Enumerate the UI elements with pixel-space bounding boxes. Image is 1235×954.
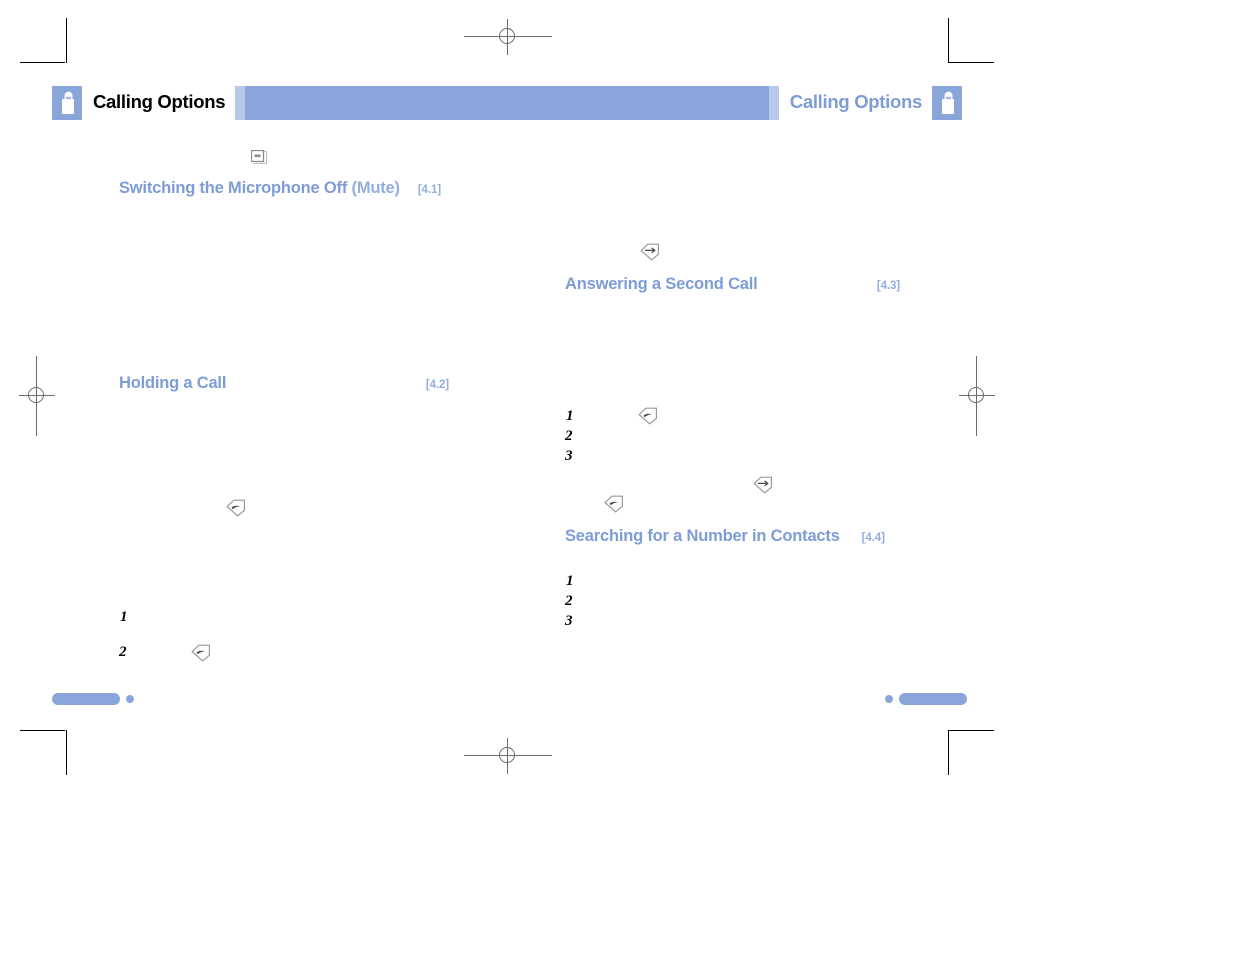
page-marker-bar (899, 693, 967, 705)
section-heading-search-contacts: Searching for a Number in Contacts [4.4] (565, 527, 885, 546)
section-heading-holding: Holding a Call [4.2] (119, 374, 449, 393)
header-title-right: Calling Options (789, 90, 923, 112)
registration-mark-right-middle (959, 356, 995, 436)
softkey-tag-icon (191, 644, 211, 667)
section-heading-mute: Switching the Microphone Off (Mute) [4.1… (119, 179, 441, 198)
page-marker-dot (126, 695, 134, 703)
crop-mark-top-left-vertical (66, 18, 67, 63)
header-divider-right (768, 86, 779, 120)
page-marker-dot (885, 695, 893, 703)
header-title-left-box: Calling Options (82, 86, 236, 120)
header-title-right-box: Calling Options (778, 86, 932, 120)
step-number: 2 (565, 593, 573, 609)
page-marker-left (52, 693, 134, 705)
section-ref-mute: [4.1] (417, 184, 441, 196)
registration-mark-bottom-center (464, 738, 552, 774)
section-title-search-contacts: Searching for a Number in Contacts (565, 527, 840, 545)
header-title-left: Calling Options (93, 90, 226, 112)
section-ref-second-call: [4.3] (876, 280, 900, 292)
step-number: 1 (566, 573, 574, 589)
section-title-holding: Holding a Call (119, 374, 227, 392)
crop-mark-top-left-horizontal (20, 62, 65, 63)
note-screen-icon (250, 149, 269, 171)
manual-page-spread: Calling Options Calling Options Switchin… (0, 0, 1235, 954)
header-divider-left (235, 86, 246, 120)
hand-press-icon (52, 86, 82, 120)
step-number: 2 (119, 644, 127, 660)
softkey-tag-icon (638, 407, 658, 430)
softkey-tag-icon (640, 243, 660, 266)
softkey-tag-icon (604, 495, 624, 518)
step-number: 1 (566, 408, 574, 424)
hand-press-icon (932, 86, 962, 120)
section-title-second-call: Answering a Second Call (565, 275, 758, 293)
running-header: Calling Options Calling Options (52, 86, 962, 120)
softkey-tag-icon (226, 499, 246, 522)
section-title-mute: Switching the Microphone Off (Mute) (119, 179, 400, 197)
page-marker-bar (52, 693, 120, 705)
crop-mark-top-right-vertical (948, 18, 949, 63)
crop-mark-bottom-right-horizontal (949, 730, 994, 731)
registration-mark-left-middle (19, 356, 55, 436)
page-marker-right (885, 693, 967, 705)
header-fill (245, 86, 769, 120)
registration-mark-top-center (464, 19, 552, 55)
section-ref-holding: [4.2] (425, 379, 449, 391)
crop-mark-bottom-left-vertical (66, 730, 67, 775)
step-number: 3 (565, 613, 573, 629)
section-ref-search-contacts: [4.4] (861, 532, 885, 544)
step-number: 2 (565, 428, 573, 444)
crop-mark-bottom-right-vertical (948, 730, 949, 775)
section-heading-second-call: Answering a Second Call [4.3] (565, 275, 900, 294)
softkey-tag-icon (753, 476, 773, 499)
crop-mark-bottom-left-horizontal (20, 730, 65, 731)
crop-mark-top-right-horizontal (949, 62, 994, 63)
step-number: 3 (565, 448, 573, 464)
step-number: 1 (120, 609, 128, 625)
